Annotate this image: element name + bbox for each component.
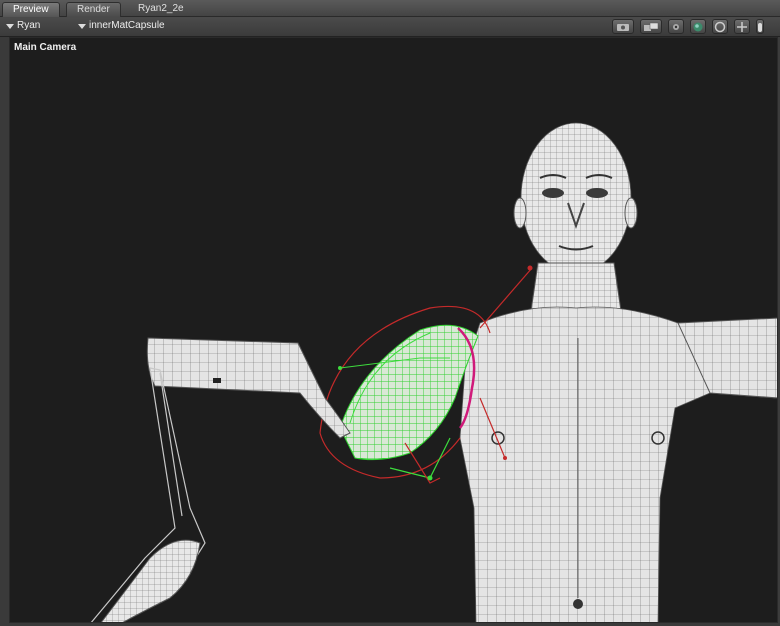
texture-shaded-icon[interactable] — [690, 19, 706, 34]
material-dropdown-label: innerMatCapsule — [89, 20, 165, 31]
chevron-down-icon — [6, 23, 14, 29]
tab-preview[interactable]: Preview — [2, 2, 60, 17]
dual-view-icon[interactable] — [640, 19, 662, 34]
document-title: Ryan2_2e — [138, 3, 184, 14]
lock-icon[interactable] — [756, 19, 764, 34]
torso-mesh — [459, 262, 776, 622]
light-icon[interactable] — [668, 19, 684, 34]
material-dropdown[interactable]: innerMatCapsule — [78, 20, 165, 32]
viewport-toolbar: Ryan innerMatCapsule — [0, 17, 780, 37]
tab-render[interactable]: Render — [66, 2, 121, 17]
camera-icon[interactable] — [612, 19, 634, 34]
viewport-tools — [612, 19, 764, 34]
chevron-down-icon — [78, 23, 86, 29]
figure-dropdown[interactable]: Ryan — [6, 20, 40, 32]
figure-wireframe — [90, 122, 777, 622]
figure-dropdown-label: Ryan — [17, 20, 41, 31]
lower-arm-mesh — [90, 367, 206, 622]
translate-icon[interactable] — [734, 19, 750, 34]
sphere-icon[interactable] — [712, 19, 728, 34]
tab-bar: Preview Render Ryan2_2e — [0, 0, 780, 17]
forearm-mesh — [146, 337, 351, 439]
left-panel-edge — [0, 37, 9, 626]
3d-viewport[interactable]: Main Camera — [9, 37, 778, 623]
poser-app: Preview Render Ryan2_2e Ryan innerMatCap… — [0, 0, 780, 626]
head-mesh — [513, 122, 638, 274]
